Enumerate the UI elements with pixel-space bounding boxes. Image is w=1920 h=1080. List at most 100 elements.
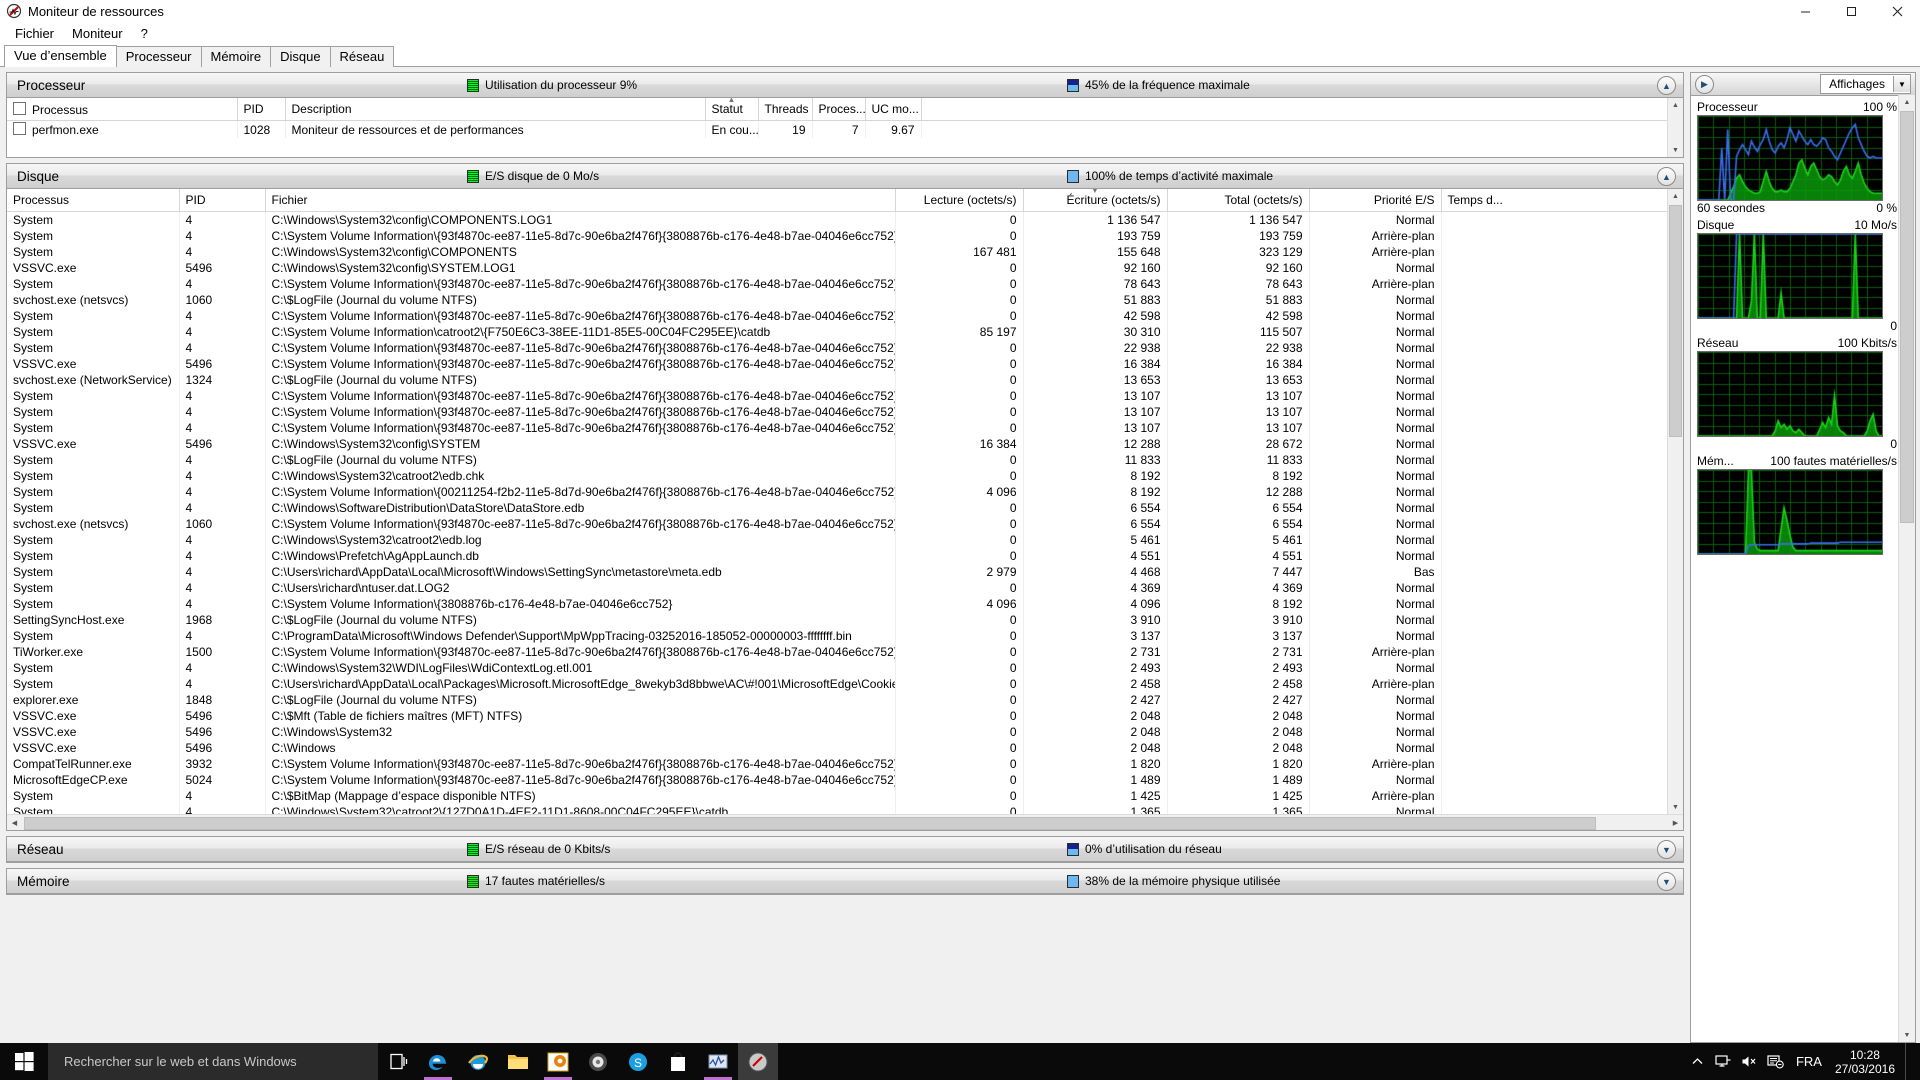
disk-col-lecture[interactable]: Lecture (octets/s) — [895, 189, 1024, 212]
cpu-col-statut[interactable]: ▲ Statut — [705, 98, 759, 121]
table-row[interactable]: perfmon.exe 1028 Moniteur de ressources … — [7, 120, 1683, 138]
memory-panel-header[interactable]: Mémoire 17 fautes matérielles/s 38% de l… — [7, 869, 1683, 894]
table-row[interactable]: System 4 C:\Windows\System32\catroot2\edb.… — [7, 468, 1683, 484]
taskbar-search-box[interactable]: Rechercher sur le web et dans Windows — [48, 1043, 378, 1080]
table-row[interactable]: System 4 C:\System Volume Information\{380… — [7, 596, 1683, 612]
right-panel-scrollbar[interactable]: ▲ ▼ — [1898, 95, 1915, 1042]
action-center-icon[interactable] — [1763, 1043, 1789, 1080]
table-row[interactable]: System 4 C:\System Volume Information\{93f… — [7, 308, 1683, 324]
scroll-up-arrow-icon[interactable]: ▲ — [1668, 189, 1683, 203]
table-row[interactable]: System 4 C:\$LogFile (Journal du volume NT… — [7, 452, 1683, 468]
cpu-col-processus[interactable]: Processus — [7, 98, 238, 121]
scroll-down-arrow-icon[interactable]: ▼ — [1899, 1028, 1915, 1042]
disk-col-processus[interactable]: Processus — [7, 189, 180, 212]
table-row[interactable]: VSSVC.exe 5496 C:\Windows 0 2 048 2 048 Normal — [7, 740, 1683, 756]
table-row[interactable]: TiWorker.exe 1500 C:\System Volume Informa… — [7, 644, 1683, 660]
scroll-right-arrow-icon[interactable]: ▶ — [1668, 819, 1683, 827]
resource-monitor-taskbar-icon[interactable] — [738, 1043, 778, 1080]
table-row[interactable]: System 4 C:\$BitMap (Mappage d’espace disp… — [7, 788, 1683, 804]
menu-fichier[interactable]: Fichier — [6, 24, 63, 43]
chevron-down-icon[interactable]: ▼ — [1893, 76, 1910, 92]
hscroll-track[interactable] — [22, 816, 1668, 830]
language-indicator[interactable]: FRA — [1789, 1043, 1829, 1080]
disk-col-ecriture[interactable]: ▼ Écriture (octets/s) — [1023, 189, 1168, 212]
cpu-col-description[interactable]: Description — [285, 98, 706, 121]
show-desktop-button[interactable] — [1905, 1043, 1914, 1080]
table-row[interactable]: svchost.exe (netsvcs) 1060 C:\$LogFile (Jo… — [7, 292, 1683, 308]
tab-disque[interactable]: Disque — [270, 46, 331, 67]
views-dropdown[interactable]: Affichages ▼ — [1820, 74, 1911, 94]
table-row[interactable]: System 4 C:\System Volume Information\catr… — [7, 324, 1683, 340]
table-row[interactable]: System 4 C:\Windows\System32\config\COMPON… — [7, 211, 1683, 228]
table-row[interactable]: System 4 C:\System Volume Information\{002… — [7, 484, 1683, 500]
table-row[interactable]: System 4 C:\Users\richard\AppData\Local\Mi… — [7, 564, 1683, 580]
table-row[interactable]: System 4 C:\System Volume Information\{93f… — [7, 276, 1683, 292]
collapse-chevron-up-icon[interactable]: ▲ — [1657, 76, 1676, 95]
cpu-col-pid[interactable]: PID — [237, 98, 286, 121]
performance-monitor-icon[interactable] — [698, 1043, 738, 1080]
collapse-chevron-up-icon[interactable]: ▲ — [1657, 167, 1676, 186]
table-row[interactable]: System 4 C:\Windows\SoftwareDistribution\D… — [7, 500, 1683, 516]
scroll-left-arrow-icon[interactable]: ◀ — [7, 819, 22, 827]
tab-memoire[interactable]: Mémoire — [200, 46, 272, 67]
firefox-icon[interactable] — [578, 1043, 618, 1080]
table-row[interactable]: System 4 C:\Users\richard\AppData\Local\Pa… — [7, 676, 1683, 692]
table-row[interactable]: System 4 C:\System Volume Information\{93f… — [7, 228, 1683, 244]
disk-panel-header[interactable]: Disque E/S disque de 0 Mo/s 100% de temp… — [7, 164, 1683, 189]
hscroll-thumb[interactable] — [24, 817, 1596, 830]
table-row[interactable]: VSSVC.exe 5496 C:\Windows\System32\config\… — [7, 436, 1683, 452]
disk-col-total[interactable]: Total (octets/s) — [1167, 189, 1310, 212]
table-row[interactable]: VSSVC.exe 5496 C:\$Mft (Table de fichiers … — [7, 708, 1683, 724]
disk-vertical-scrollbar[interactable]: ▲ ▼ — [1667, 189, 1683, 814]
tab-reseau[interactable]: Réseau — [329, 46, 395, 67]
internet-explorer-icon[interactable] — [458, 1043, 498, 1080]
table-row[interactable]: System 4 C:\System Volume Information\{93f… — [7, 420, 1683, 436]
volume-muted-icon[interactable] — [1737, 1043, 1763, 1080]
select-all-checkbox[interactable] — [13, 101, 26, 115]
microsoft-office-icon[interactable] — [538, 1043, 578, 1080]
table-row[interactable]: System 4 C:\Windows\System32\WDI\LogFiles\… — [7, 660, 1683, 676]
microsoft-edge-icon[interactable] — [418, 1043, 458, 1080]
table-row[interactable]: System 4 C:\Windows\System32\config\COMPON… — [7, 244, 1683, 260]
menu-moniteur[interactable]: Moniteur — [63, 24, 132, 43]
scrollbar-thumb[interactable] — [1900, 111, 1914, 523]
start-button[interactable] — [0, 1043, 48, 1080]
expand-chevron-down-icon[interactable]: ▼ — [1657, 840, 1676, 859]
table-row[interactable]: explorer.exe 1848 C:\$LogFile (Journal du … — [7, 692, 1683, 708]
close-button[interactable] — [1874, 0, 1920, 22]
table-row[interactable]: VSSVC.exe 5496 C:\Windows\System32 0 2 048 2 … — [7, 724, 1683, 740]
scroll-up-arrow-icon[interactable]: ▲ — [1899, 95, 1915, 109]
table-row[interactable]: svchost.exe (NetworkService) 1324 C:\$LogF… — [7, 372, 1683, 388]
network-icon[interactable] — [1711, 1043, 1737, 1080]
table-row[interactable]: SettingSyncHost.exe 1968 C:\$LogFile (Jour… — [7, 612, 1683, 628]
table-row[interactable]: System 4 C:\Windows\Prefetch\AgAppLaunch.d… — [7, 548, 1683, 564]
table-row[interactable]: System 4 C:\Users\richard\ntuser.dat.LOG2 0… — [7, 580, 1683, 596]
taskbar-clock[interactable]: 10:28 27/03/2016 — [1829, 1048, 1905, 1076]
task-view-icon[interactable] — [378, 1043, 418, 1080]
cpu-col-uc-moyen[interactable]: UC mo... — [865, 98, 922, 121]
expand-panel-arrow-icon[interactable]: ▶ — [1695, 74, 1714, 94]
table-row[interactable]: System 4 C:\Windows\System32\catroot2\{127… — [7, 804, 1683, 814]
skype-icon[interactable]: S — [618, 1043, 658, 1080]
table-row[interactable]: svchost.exe (netsvcs) 1060 C:\System Volum… — [7, 516, 1683, 532]
disk-col-pid[interactable]: PID — [179, 189, 266, 212]
network-panel-header[interactable]: Réseau E/S réseau de 0 Kbits/s 0% d’util… — [7, 837, 1683, 862]
minimize-button[interactable] — [1782, 0, 1828, 22]
scrollbar-thumb[interactable] — [1669, 205, 1682, 437]
table-row[interactable]: System 4 C:\ProgramData\Microsoft\Windows … — [7, 628, 1683, 644]
cpu-panel-header[interactable]: Processeur Utilisation du processeur 9% … — [7, 73, 1683, 98]
table-row[interactable]: MicrosoftEdgeCP.exe 5024 C:\System Volume … — [7, 772, 1683, 788]
table-row[interactable]: VSSVC.exe 5496 C:\Windows\System32\config\… — [7, 260, 1683, 276]
disk-horizontal-scrollbar[interactable]: ◀ ▶ — [7, 814, 1683, 830]
disk-col-temps[interactable]: Temps d... — [1441, 189, 1683, 212]
windows-store-icon[interactable] — [658, 1043, 698, 1080]
scroll-up-arrow-icon[interactable]: ▲ — [1668, 98, 1683, 112]
table-row[interactable]: VSSVC.exe 5496 C:\System Volume Informatio… — [7, 356, 1683, 372]
show-hidden-icons-chevron-up-icon[interactable] — [1685, 1043, 1711, 1080]
table-row[interactable]: System 4 C:\System Volume Information\{93f… — [7, 404, 1683, 420]
cpu-vertical-scrollbar[interactable]: ▲ ▼ — [1667, 98, 1683, 157]
disk-col-priorite[interactable]: Priorité E/S — [1309, 189, 1442, 212]
table-row[interactable]: System 4 C:\Windows\System32\catroot2\edb.… — [7, 532, 1683, 548]
menu-help[interactable]: ? — [132, 24, 157, 43]
file-explorer-icon[interactable] — [498, 1043, 538, 1080]
